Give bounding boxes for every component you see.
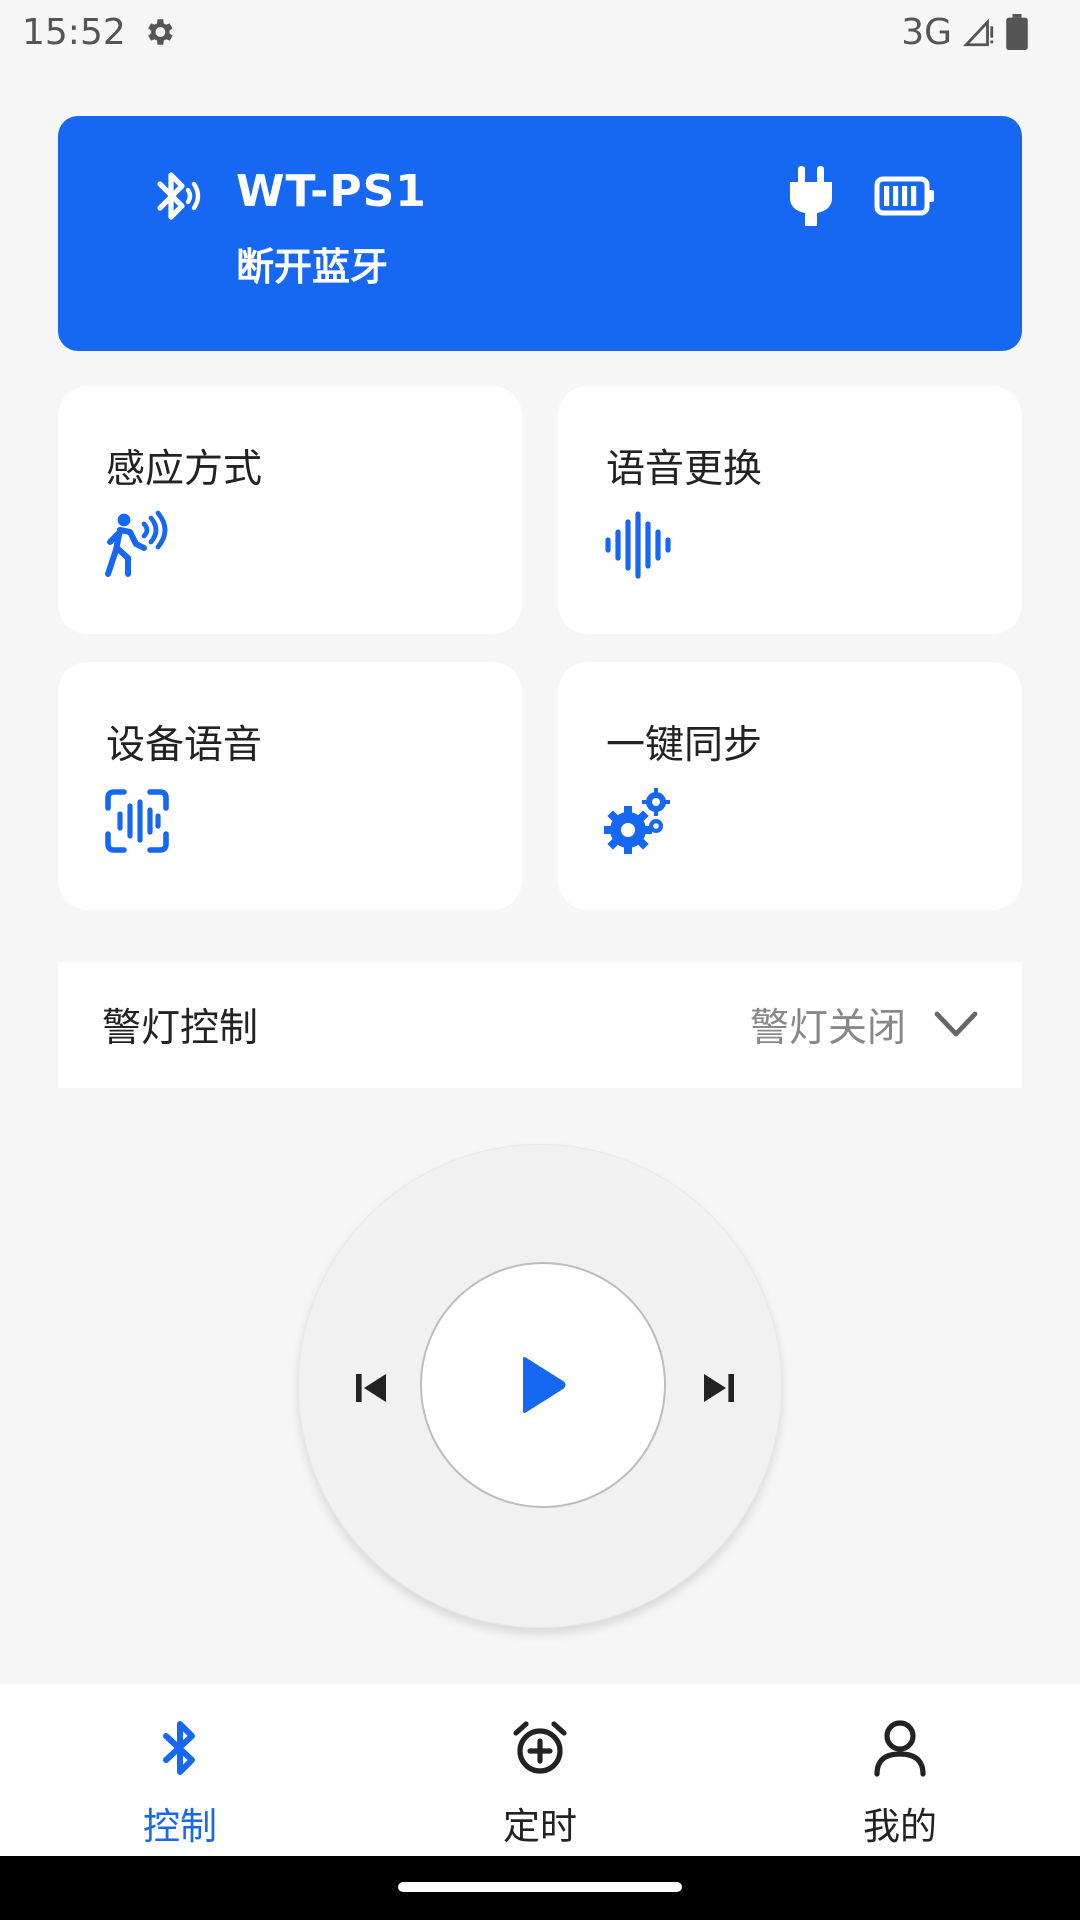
alarm-add-icon xyxy=(513,1721,567,1774)
motion-sensor-icon xyxy=(105,510,168,577)
bluetooth-icon xyxy=(163,1721,195,1775)
warning-light-label: 警灯控制 xyxy=(102,1006,259,1051)
home-gesture-handle[interactable] xyxy=(398,1882,682,1892)
nav-label: 我的 xyxy=(863,1805,937,1848)
network-type: 3G xyxy=(901,11,952,53)
nav-label: 定时 xyxy=(503,1805,577,1848)
device-card[interactable]: WT-PS1 断开蓝牙 xyxy=(58,116,1022,351)
feature-card-voice-change[interactable]: 语音更换 xyxy=(558,386,1022,634)
chevron-down-icon xyxy=(934,1011,978,1037)
nav-tab-mine[interactable]: 我的 xyxy=(720,1684,1080,1856)
feature-label: 感应方式 xyxy=(106,447,263,492)
feature-card-device-voice[interactable]: 设备语音 xyxy=(58,662,522,910)
voice-recognition-icon xyxy=(105,789,169,853)
skip-next-icon[interactable] xyxy=(698,1368,738,1408)
disconnect-bluetooth-button[interactable]: 断开蓝牙 xyxy=(236,236,388,291)
device-name: WT-PS1 xyxy=(236,166,427,217)
system-navigation-bar xyxy=(0,1856,1080,1920)
signal-icon xyxy=(962,18,994,47)
status-bar: 15:52 3G xyxy=(0,0,1080,64)
battery-status-icon xyxy=(1006,14,1028,50)
nav-tab-control[interactable]: 控制 xyxy=(0,1684,360,1856)
status-time: 15:52 xyxy=(22,11,126,53)
warning-light-control-row[interactable]: 警灯控制 警灯关闭 xyxy=(58,962,1022,1088)
play-button[interactable] xyxy=(420,1262,666,1508)
feature-label: 设备语音 xyxy=(106,723,263,768)
skip-previous-icon[interactable] xyxy=(352,1368,392,1408)
gears-icon xyxy=(604,788,670,854)
sound-wave-icon xyxy=(605,511,671,579)
play-icon xyxy=(523,1357,566,1413)
feature-card-one-click-sync[interactable]: 一键同步 xyxy=(558,662,1022,910)
nav-label: 控制 xyxy=(143,1805,217,1848)
status-left: 15:52 xyxy=(22,12,176,53)
bluetooth-searching-icon xyxy=(157,172,201,220)
person-icon xyxy=(874,1720,926,1777)
feature-card-sensing-mode[interactable]: 感应方式 xyxy=(58,386,522,634)
warning-light-value: 警灯关闭 xyxy=(749,1006,906,1051)
status-right: 3G xyxy=(901,12,1028,53)
feature-label: 一键同步 xyxy=(606,723,763,768)
feature-label: 语音更换 xyxy=(606,447,763,492)
nav-tab-timer[interactable]: 定时 xyxy=(360,1684,720,1856)
bottom-navigation: 控制 定时 我的 xyxy=(0,1684,1080,1856)
power-plug-icon xyxy=(790,166,832,226)
warning-light-dropdown[interactable]: 警灯关闭 xyxy=(750,997,978,1053)
settings-gear-icon xyxy=(147,19,173,45)
battery-full-icon xyxy=(874,176,934,216)
